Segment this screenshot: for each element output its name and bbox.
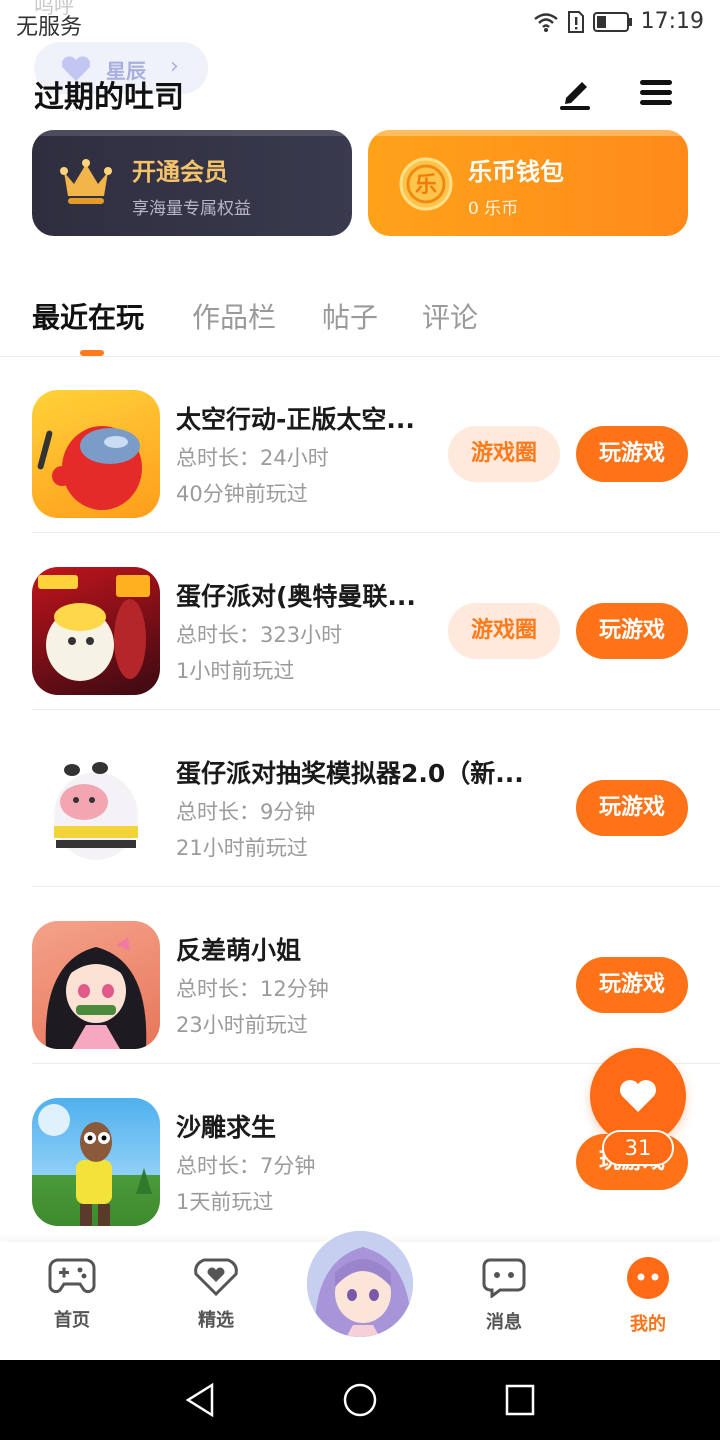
status-bar: 呜呼 无服务 17:19: [0, 0, 720, 48]
profile-face-icon: [627, 1257, 669, 1299]
game-circle-button[interactable]: 游戏圈: [448, 603, 560, 659]
chat-icon: [482, 1258, 526, 1299]
game-title: 蛋仔派对抽奖模拟器2.0（新...: [176, 759, 524, 788]
tab-comments[interactable]: 评论: [422, 296, 478, 336]
heart-badge-icon: [194, 1258, 238, 1297]
recents-icon[interactable]: [504, 1382, 536, 1418]
list-item[interactable]: 太空行动-正版太空... 总时长：24小时 40分钟前玩过 游戏圈 玩游戏: [0, 356, 720, 533]
game-duration: 总时长：323小时: [176, 623, 343, 647]
sim-alert-icon: [567, 10, 584, 33]
home-icon[interactable]: [342, 1382, 378, 1418]
play-game-button[interactable]: 玩游戏: [576, 603, 688, 659]
play-game-button[interactable]: 玩游戏: [576, 957, 688, 1013]
game-icon: [32, 390, 160, 518]
game-title: 反差萌小姐: [176, 936, 302, 965]
nav-me-label: 我的: [630, 1314, 666, 1335]
nav-featured-label: 精选: [198, 1310, 234, 1331]
list-item[interactable]: 反差萌小姐 总时长：12分钟 23小时前玩过 玩游戏: [0, 887, 720, 1064]
nav-home[interactable]: 首页: [27, 1256, 117, 1332]
game-icon: [32, 567, 160, 695]
eggy-party-icon: [38, 575, 150, 681]
game-icon: [32, 1098, 160, 1226]
game-title: 沙雕求生: [176, 1113, 277, 1142]
gamepad-icon: [48, 1258, 96, 1294]
wifi-icon: [533, 12, 558, 32]
tab-recent[interactable]: 最近在玩: [32, 296, 144, 336]
menu-button[interactable]: [636, 74, 676, 112]
game-icon: [32, 921, 160, 1049]
game-last-played: 40分钟前玩过: [176, 482, 308, 506]
game-icon: [32, 744, 160, 872]
play-game-button[interactable]: 玩游戏: [576, 780, 688, 836]
game-last-played: 23小时前玩过: [176, 1013, 308, 1037]
tab-works[interactable]: 作品栏: [192, 296, 276, 336]
game-last-played: 1小时前玩过: [176, 659, 295, 683]
game-last-played: 1天前玩过: [176, 1190, 274, 1214]
coin-glyph: 乐: [415, 173, 437, 198]
system-nav-bar: [0, 1360, 720, 1440]
nav-messages-label: 消息: [486, 1312, 522, 1333]
list-item[interactable]: 蛋仔派对(奥特曼联... 总时长：323小时 1小时前玩过 游戏圈 玩游戏: [0, 533, 720, 710]
survivor-icon: [38, 1104, 152, 1226]
status-icons: 17:19: [533, 9, 704, 34]
nav-home-label: 首页: [54, 1310, 90, 1331]
nav-me[interactable]: 我的: [603, 1256, 693, 1336]
battery-icon: [592, 11, 632, 32]
nav-featured[interactable]: 精选: [171, 1256, 261, 1332]
game-title: 蛋仔派对(奥特曼联...: [176, 582, 416, 611]
game-circle-button[interactable]: 游戏圈: [448, 426, 560, 482]
back-icon[interactable]: [184, 1382, 216, 1418]
coin-icon: 乐: [399, 157, 453, 211]
nav-messages[interactable]: 消息: [459, 1256, 549, 1334]
game-duration: 总时长：24小时: [176, 446, 329, 470]
game-title: 太空行动-正版太空...: [176, 405, 415, 434]
profile-tabs: 最近在玩 作品栏 帖子 评论: [0, 290, 720, 356]
game-last-played: 21小时前玩过: [176, 836, 308, 860]
clock: 17:19: [640, 9, 704, 34]
menu-icon: [640, 80, 672, 105]
edit-profile-button[interactable]: [556, 74, 596, 112]
bee-egg-icon: [54, 762, 138, 860]
vip-card-title: 开通会员: [132, 158, 228, 186]
pen-icon: [560, 82, 590, 110]
wallet-card-subtitle: 0 乐币: [468, 199, 519, 219]
center-avatar-button[interactable]: [304, 1228, 416, 1340]
username: 过期的吐司: [34, 80, 184, 115]
vip-card-subtitle: 享海量专属权益: [132, 199, 251, 219]
tab-posts[interactable]: 帖子: [322, 296, 378, 336]
wallet-card-title: 乐币钱包: [468, 158, 564, 186]
list-item[interactable]: 蛋仔派对抽奖模拟器2.0（新... 总时长：9分钟 21小时前玩过 玩游戏: [0, 710, 720, 887]
game-duration: 总时长：12分钟: [176, 977, 329, 1001]
crown-icon: [60, 159, 112, 204]
carrier-label: 无服务: [16, 15, 83, 40]
play-game-button[interactable]: 玩游戏: [576, 426, 688, 482]
vip-card[interactable]: 开通会员 享海量专属权益: [32, 130, 352, 236]
crewmate-icon: [37, 426, 142, 510]
anime-girl-icon: [45, 937, 147, 1049]
game-duration: 总时长：7分钟: [176, 1154, 316, 1178]
heart-icon: [620, 1080, 656, 1112]
like-count-badge: 31: [602, 1130, 674, 1166]
game-duration: 总时长：9分钟: [176, 800, 316, 824]
wallet-card[interactable]: 乐 乐币钱包 0 乐币: [368, 130, 688, 236]
